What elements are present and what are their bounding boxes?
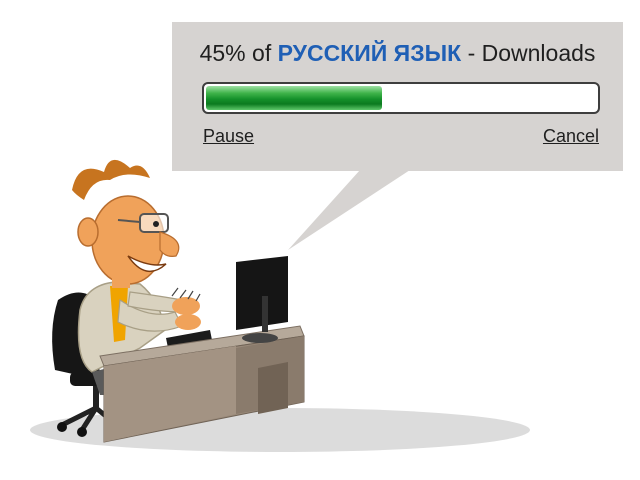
item-name: РУССКИЙ ЯЗЫК	[277, 40, 462, 66]
illustration-stage: 45% of РУССКИЙ ЯЗЫК - Downloads Pause Ca…	[0, 0, 640, 480]
progress-percent: 45%	[199, 40, 246, 66]
download-dialog: 45% of РУССКИЙ ЯЗЫК - Downloads Pause Ca…	[172, 22, 623, 171]
progress-bar-fill	[206, 86, 382, 110]
pause-link[interactable]: Pause	[203, 126, 254, 147]
man-head	[72, 159, 180, 288]
progress-bar	[202, 82, 600, 114]
downloads-suffix: - Downloads	[467, 40, 596, 66]
of-text: of	[252, 40, 272, 66]
cancel-link[interactable]: Cancel	[543, 126, 599, 147]
speech-bubble-tail	[288, 170, 410, 250]
download-title: 45% of РУССКИЙ ЯЗЫК - Downloads	[172, 40, 623, 67]
